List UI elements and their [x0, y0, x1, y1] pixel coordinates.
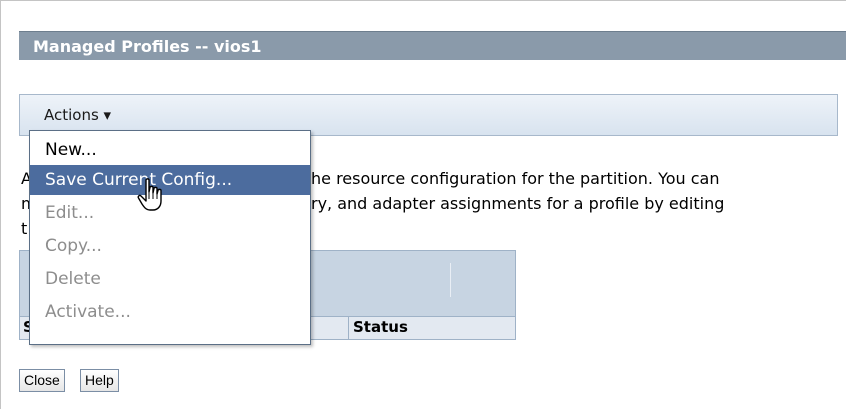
page-title: Managed Profiles -- vios1	[33, 37, 262, 56]
menu-item-save-current-config[interactable]: Save Current Config...	[30, 165, 310, 195]
close-button[interactable]: Close	[19, 369, 65, 392]
column-separator	[348, 317, 349, 340]
menu-item-copy[interactable]: Copy...	[30, 231, 310, 261]
description-line-2: ry, and adapter assignments for a profil…	[311, 194, 725, 213]
description-line-3: t	[21, 219, 28, 238]
menu-item-edit[interactable]: Edit...	[30, 198, 310, 228]
actions-dropdown-menu: New... Save Current Config... Edit... Co…	[29, 130, 311, 345]
table-toolbar-divider	[450, 263, 451, 297]
title-bar: Managed Profiles -- vios1	[19, 31, 846, 60]
menu-item-activate[interactable]: Activate...	[30, 297, 310, 327]
column-header-status[interactable]: Status	[353, 318, 408, 336]
help-button[interactable]: Help	[80, 369, 119, 392]
description-line-1: he resource configuration for the partit…	[311, 169, 720, 188]
menu-item-new[interactable]: New...	[30, 135, 310, 165]
menu-item-delete[interactable]: Delete	[30, 264, 310, 294]
actions-menu-button[interactable]: Actions ▾	[44, 106, 111, 124]
hand-pointer-icon	[137, 178, 162, 211]
